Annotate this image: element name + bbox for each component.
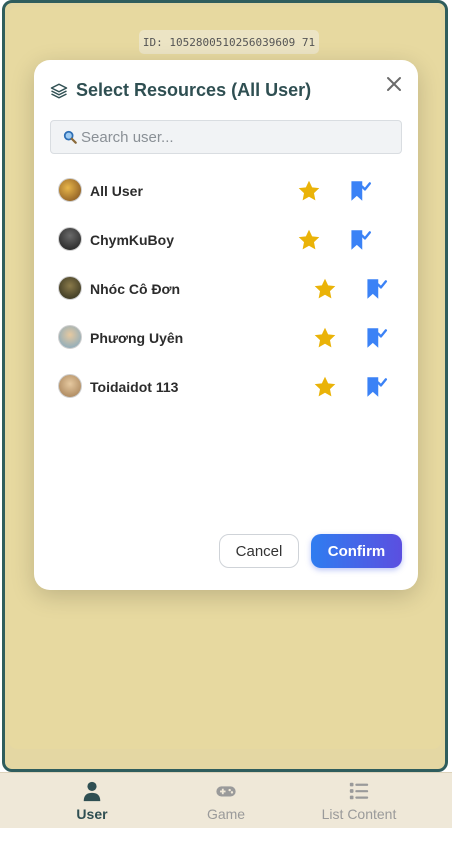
nav-label-list-content: List Content [321,806,397,822]
user-name: ChymKuBoy [90,232,175,248]
user-name: Phương Uyên [90,330,184,346]
user-row-all-user[interactable]: All User [56,178,396,204]
avatar [58,178,82,202]
close-button[interactable] [382,72,406,96]
modal-header: Select Resources (All User) [50,80,311,101]
avatar [58,374,82,398]
nav-label-user: User [76,806,108,822]
star-icon[interactable] [296,178,322,204]
star-icon[interactable] [296,227,322,253]
user-name: Toidaidot 113 [90,379,179,395]
user-row-toidaidot-113[interactable]: Toidaidot 113 [56,374,396,400]
user-name: All User [90,183,143,199]
nav-item-game[interactable]: Game [166,773,286,829]
star-icon[interactable] [312,325,338,351]
select-resources-modal: Select Resources (All User) All User Chy… [34,60,418,590]
modal-title: Select Resources (All User) [76,80,312,100]
user-icon [83,781,101,802]
nav-item-user[interactable]: User [32,773,152,829]
nav-label-game: Game [206,806,246,822]
gamepad-icon [216,786,236,797]
user-row-chymkuboy[interactable]: ChymKuBoy [56,227,396,253]
list-icon [349,782,369,800]
user-name: Nhóc Cô Đơn [90,281,181,297]
search-input[interactable] [81,128,381,146]
user-row-nhoc-co-don[interactable]: Nhóc Cô Đơn [56,276,396,302]
bookmark-check-icon[interactable] [362,374,388,400]
session-id-chip: ID: 1052800510256039609 71 [139,30,319,54]
bottom-nav: User Game List Content [0,772,452,828]
nav-item-list-content[interactable]: List Content [299,773,419,829]
bookmark-check-icon[interactable] [346,178,372,204]
bookmark-check-icon[interactable] [362,276,388,302]
avatar [58,227,82,251]
avatar [58,276,82,300]
avatar [58,325,82,349]
star-icon[interactable] [312,276,338,302]
search-box [50,120,402,154]
star-icon[interactable] [312,374,338,400]
bookmark-check-icon[interactable] [346,227,372,253]
bookmark-check-icon[interactable] [362,325,388,351]
search-icon [63,130,77,144]
confirm-button[interactable]: Confirm [311,534,402,568]
layers-icon [50,83,68,98]
user-row-phuong-uyen[interactable]: Phương Uyên [56,325,396,351]
cancel-button[interactable]: Cancel [219,534,299,568]
close-icon [387,77,401,91]
